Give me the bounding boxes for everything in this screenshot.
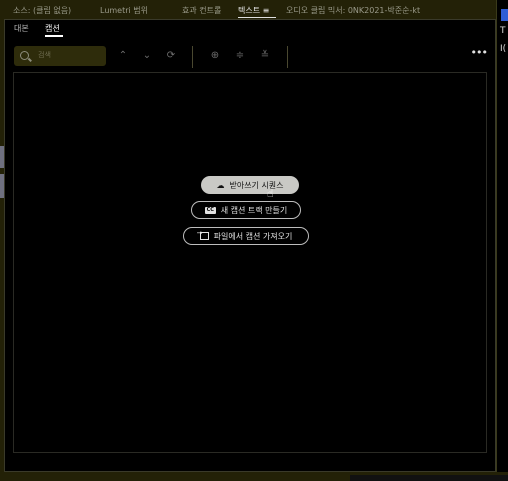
cloud-upload-icon: ☁ (216, 180, 225, 190)
text-panel-subtabs: 대본 캡션 (5, 20, 495, 38)
pointer-cursor-icon: ☝ (267, 187, 274, 200)
import-file-icon (197, 229, 209, 240)
active-tab-indicator (238, 17, 276, 18)
bottom-bar-region (350, 475, 508, 481)
subtab-transcript[interactable]: 대본 (14, 23, 29, 34)
chevron-down-icon[interactable]: ⌄ (139, 48, 155, 64)
chevron-up-icon[interactable]: ⌃ (115, 48, 131, 64)
search-icon (20, 51, 29, 60)
subtab-captions[interactable]: 캡션 (45, 23, 60, 34)
adjacent-panel-text: T (500, 26, 506, 36)
tab-effect-controls[interactable]: 효과 컨트롤 (182, 5, 221, 16)
create-caption-track-label: 새 캡션 트랙 만들기 (220, 205, 288, 215)
bottom-bar (0, 472, 508, 481)
import-captions-button[interactable]: 파일에서 캡션 가져오기 (183, 227, 309, 245)
search-field[interactable]: 검색 (14, 46, 106, 66)
captions-toolbar: 검색 ⌃ ⌄ ⟳ ⊕ ≑ ≚ ••• (5, 44, 495, 70)
panel-highlight (501, 9, 508, 21)
toolbar-divider (192, 46, 193, 68)
closed-captions-icon: CC (204, 206, 216, 214)
add-caption-icon[interactable]: ⊕ (207, 48, 223, 64)
text-panel: 대본 캡션 검색 ⌃ ⌄ ⟳ ⊕ ≑ ≚ ••• ☁ 받아쓰기 시퀀스 ☝ CC… (4, 19, 496, 472)
merge-captions-icon[interactable]: ≑ (232, 48, 248, 64)
adjacent-panel-text: I( (500, 44, 507, 54)
search-placeholder: 검색 (38, 51, 51, 59)
panel-tab-bar: 소스: (클립 없음) Lumetri 범위 효과 컨트롤 텍스트 ≡ 오디오 … (4, 0, 496, 19)
more-options-icon[interactable]: ••• (471, 46, 488, 59)
transcribe-sequence-label: 받아쓰기 시퀀스 (229, 180, 284, 190)
tab-source[interactable]: 소스: (클립 없음) (13, 5, 71, 16)
create-caption-track-button[interactable]: CC 새 캡션 트랙 만들기 (191, 201, 301, 219)
refresh-icon[interactable]: ⟳ (163, 48, 179, 64)
captions-content-area (13, 72, 487, 453)
split-caption-icon[interactable]: ≚ (257, 48, 273, 64)
tab-text[interactable]: 텍스트 ≡ (238, 5, 269, 16)
active-subtab-indicator (45, 35, 63, 37)
adjacent-panel-edge: T I( (496, 0, 508, 472)
import-captions-label: 파일에서 캡션 가져오기 (213, 231, 293, 241)
toolbar-divider (287, 46, 288, 68)
tab-audio-clip-mixer[interactable]: 오디오 클립 믹서: 0NK2021-박준순-kt (286, 5, 420, 16)
tab-lumetri-scopes[interactable]: Lumetri 범위 (100, 5, 148, 16)
transcribe-sequence-button[interactable]: ☁ 받아쓰기 시퀀스 (201, 176, 299, 194)
